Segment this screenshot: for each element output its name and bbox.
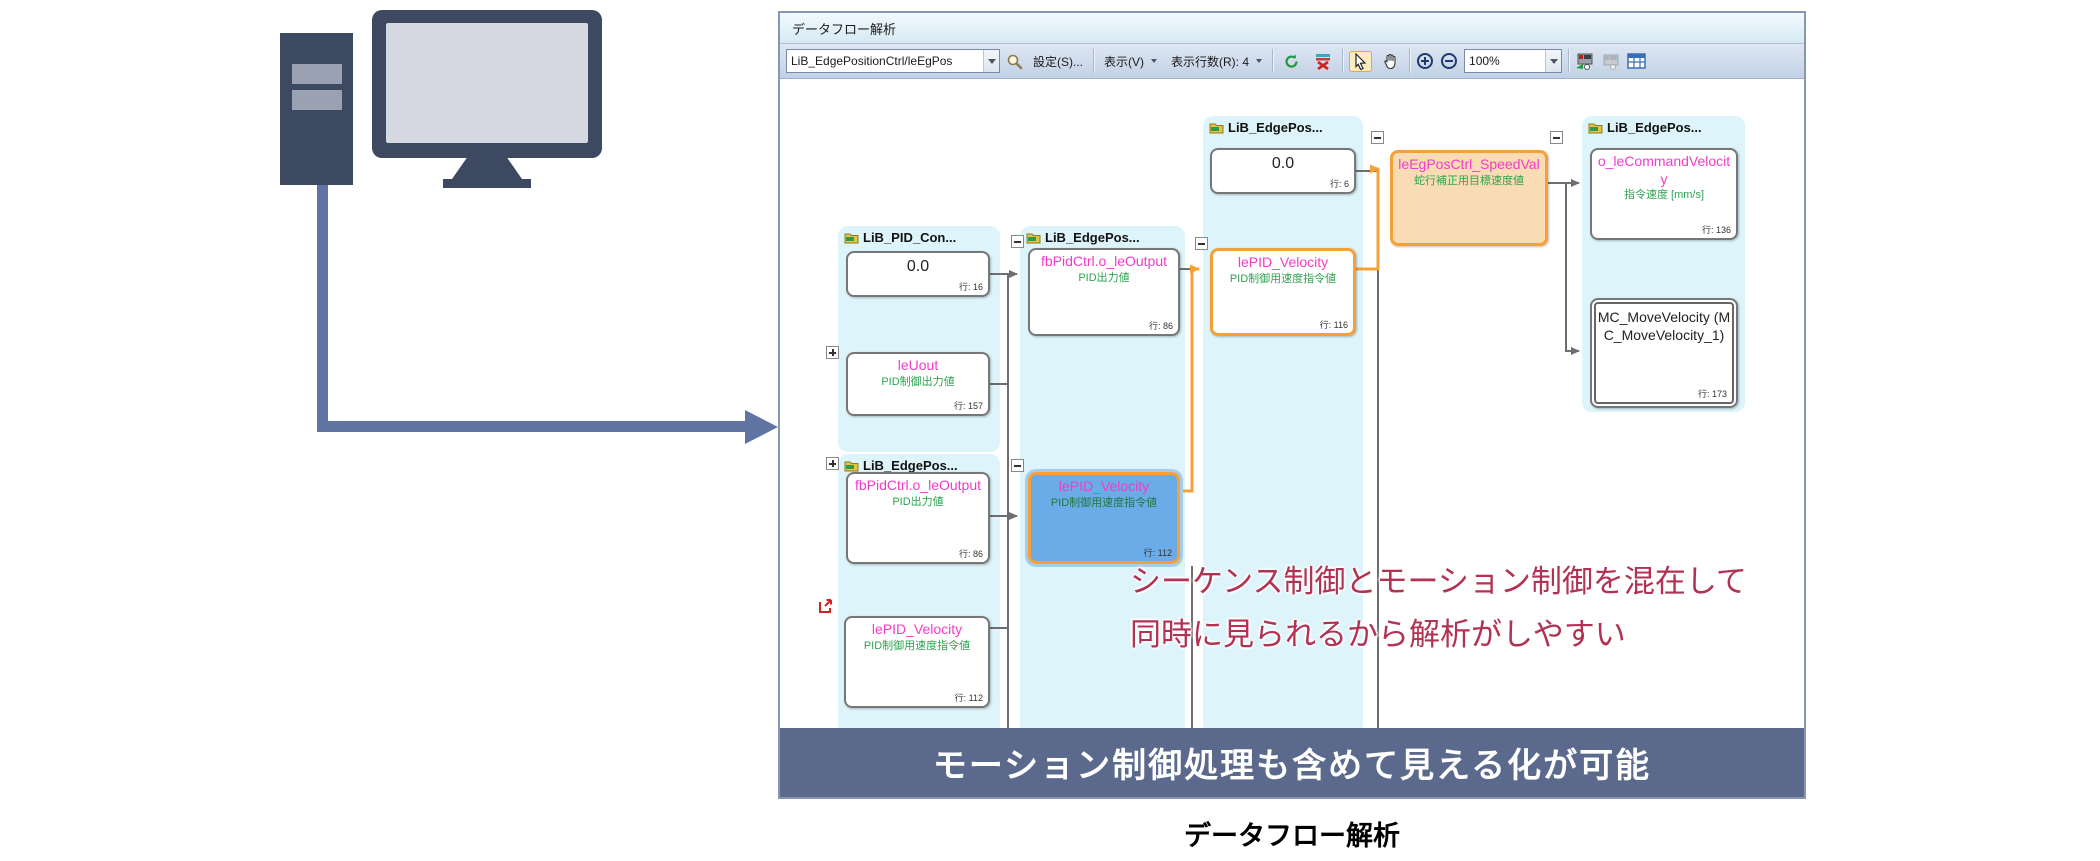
scope-combobox-dropdown[interactable]: [983, 50, 999, 72]
program-folder-icon: [1026, 232, 1041, 244]
collapse-button[interactable]: [1011, 235, 1024, 248]
toolbar-separator: [1409, 49, 1410, 73]
bottom-banner: モーション制御処理も含めて見える化が可能: [780, 728, 1804, 797]
view-menu-button[interactable]: 表示(V): [1100, 51, 1161, 72]
group-header: LiB_EdgePos...: [1020, 226, 1185, 249]
connector-arrowhead: [745, 410, 778, 444]
controller-online-icon[interactable]: [1575, 53, 1595, 70]
collapse-button[interactable]: [1550, 131, 1563, 144]
node-lepid-velocity-116[interactable]: lePID_Velocity PID制御用速度指令値 行: 116: [1210, 248, 1356, 336]
expand-button[interactable]: [826, 457, 839, 470]
program-folder-icon: [844, 232, 859, 244]
pan-tool-button[interactable]: [1378, 51, 1403, 72]
table-view-icon[interactable]: [1627, 53, 1646, 69]
refresh-button[interactable]: [1279, 51, 1304, 72]
controller-offline-icon[interactable]: [1601, 53, 1621, 70]
zoom-level-value: 100%: [1465, 54, 1545, 68]
collapse-button[interactable]: [1195, 237, 1208, 250]
annotation-line-2: 同時に見られるから解析がしやすい: [1130, 608, 1747, 661]
program-folder-icon: [844, 460, 859, 472]
toolbar-separator: [1272, 49, 1273, 73]
refresh-icon: [1283, 53, 1300, 70]
toolbar-separator: [1093, 49, 1094, 73]
row-count-menu-button[interactable]: 表示行数(R): 4: [1167, 51, 1266, 72]
collapse-button[interactable]: [1011, 459, 1024, 472]
collapse-button[interactable]: [1371, 131, 1384, 144]
node-lepid-velocity-112-selected[interactable]: lePID_Velocity PID制御用速度指令値 行: 112: [1028, 472, 1180, 564]
pc-tower-illustration: [280, 33, 353, 185]
node-o-lecommandvelocity[interactable]: o_leCommandVelocity 指令速度 [mm/s] 行: 136: [1590, 148, 1738, 240]
dataflow-canvas[interactable]: LiB_PID_Con... LiB_EdgePos... LiB_EdgePo…: [780, 79, 1804, 728]
connector-arrow-horizontal: [317, 421, 745, 432]
node-fbpidctrl-output-c[interactable]: fbPidCtrl.o_leOutput PID出力値 行: 86: [1028, 248, 1180, 336]
tower-drive-slot: [292, 64, 342, 84]
window-title: データフロー解析: [792, 19, 896, 38]
tower-drive-slot: [292, 90, 342, 110]
annotation-text: シーケンス制御とモーション制御を混在して 同時に見られるから解析がしやすい: [1130, 555, 1747, 661]
clear-highlight-icon: [1314, 53, 1332, 70]
connector-arrow-vertical: [317, 185, 328, 432]
toolbar-separator: [1568, 49, 1569, 73]
expand-button[interactable]: [826, 346, 839, 359]
monitor-stand-base: [443, 179, 531, 188]
node-const-0-0-top[interactable]: 0.0 行: 6: [1210, 148, 1356, 194]
select-tool-button[interactable]: [1349, 51, 1372, 72]
figure-caption: データフロー解析: [778, 814, 1806, 853]
dataflow-analysis-window: データフロー解析 LiB_EdgePositionCtrl/leEgPos 設定…: [778, 11, 1806, 799]
zoom-out-icon[interactable]: [1440, 52, 1458, 70]
monitor-stand: [452, 157, 522, 179]
settings-button[interactable]: 設定(S)...: [1029, 51, 1087, 72]
zoom-in-icon[interactable]: [1416, 52, 1434, 70]
node-fbpidctrl-output-b[interactable]: fbPidCtrl.o_leOutput PID出力値 行: 86: [846, 472, 990, 564]
clear-highlight-button[interactable]: [1310, 51, 1336, 72]
search-icon[interactable]: [1006, 53, 1023, 70]
annotation-line-1: シーケンス制御とモーション制御を混在して: [1130, 555, 1747, 608]
hand-icon: [1382, 53, 1399, 70]
scope-combobox-value: LiB_EdgePositionCtrl/leEgPos: [787, 54, 983, 68]
banner-text: モーション制御処理も含めて見える化が可能: [933, 738, 1651, 787]
scope-combobox[interactable]: LiB_EdgePositionCtrl/leEgPos: [786, 49, 1000, 73]
monitor-screen: [386, 23, 588, 143]
cursor-icon: [1353, 53, 1368, 70]
node-const-0-0[interactable]: 0.0 行: 16: [846, 251, 990, 297]
node-leegposctrl-speedval[interactable]: leEgPosCtrl_SpeedVal 蛇行補正用目標速度値: [1390, 150, 1548, 246]
window-titlebar: データフロー解析: [780, 13, 1804, 44]
zoom-level-dropdown[interactable]: [1545, 50, 1561, 72]
external-reference-icon: [818, 598, 834, 614]
monitor-illustration: [372, 10, 602, 158]
group-header: LiB_EdgePos...: [1582, 116, 1745, 139]
program-folder-icon: [1588, 122, 1603, 134]
toolbar-separator: [1342, 49, 1343, 73]
group-header: LiB_EdgePos...: [1203, 116, 1363, 139]
program-folder-icon: [1209, 122, 1224, 134]
node-mc-movevelocity[interactable]: MC_MoveVelocity (MC_MoveVelocity_1) 行: 1…: [1590, 298, 1738, 408]
node-lepid-velocity-112-left[interactable]: lePID_Velocity PID制御用速度指令値 行: 112: [844, 616, 990, 708]
page: データフロー解析 LiB_EdgePositionCtrl/leEgPos 設定…: [0, 0, 2100, 861]
zoom-level-combobox[interactable]: 100%: [1464, 49, 1562, 73]
group-header: LiB_PID_Con...: [838, 226, 1000, 249]
toolbar: LiB_EdgePositionCtrl/leEgPos 設定(S)... 表示…: [780, 44, 1804, 79]
node-leuout[interactable]: leUout PID制御出力値 行: 157: [846, 352, 990, 416]
